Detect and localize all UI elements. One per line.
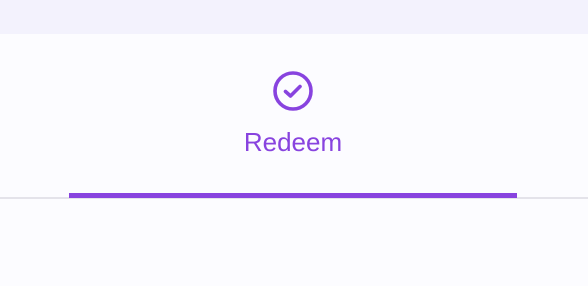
active-tab-indicator xyxy=(69,193,517,198)
tab-label: Redeem xyxy=(243,127,343,157)
check-circle-icon xyxy=(272,70,314,112)
top-band xyxy=(0,0,588,34)
tab-redeem[interactable]: Redeem xyxy=(69,34,517,198)
